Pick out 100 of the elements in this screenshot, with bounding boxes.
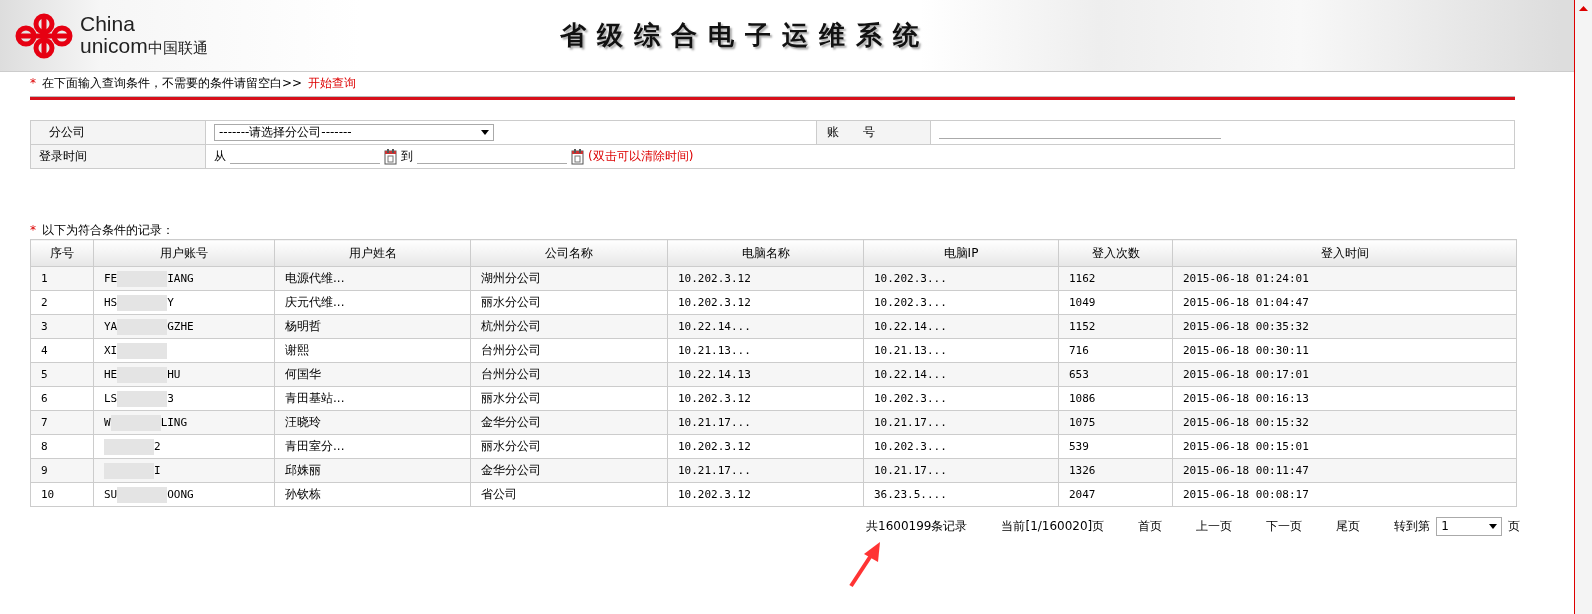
table-cell: 庆元代维... xyxy=(274,290,471,315)
branch-dropdown[interactable]: -------请选择分公司------- xyxy=(214,124,494,141)
required-mark: * xyxy=(30,76,36,90)
table-cell: 台州分公司 xyxy=(470,338,668,363)
field-label: 从 xyxy=(214,148,226,165)
account-text: XI xyxy=(104,343,118,357)
table-cell: 杭州分公司 xyxy=(470,314,668,339)
dropdown-caret-icon[interactable] xyxy=(481,130,489,135)
table-cell: 1162 xyxy=(1058,266,1173,291)
table-cell: 1 xyxy=(30,266,94,291)
table-cell: 10.202.3... xyxy=(863,386,1059,411)
dropdown-value: 1 xyxy=(1441,519,1449,533)
table-cell: 台州分公司 xyxy=(470,362,668,387)
table-cell: 省公司 xyxy=(470,482,668,507)
table-cell: 邱姝丽 xyxy=(274,458,471,483)
account-text: HU xyxy=(167,367,181,381)
account-text: HS xyxy=(104,295,118,309)
account-text: 3 xyxy=(167,391,174,405)
table-cell: 8 xyxy=(30,434,94,459)
page-dropdown[interactable]: 1 xyxy=(1436,516,1503,536)
table-cell: 金华分公司 xyxy=(470,458,668,483)
table-cell: 2 xyxy=(30,290,94,315)
table-cell: 3 xyxy=(30,314,94,339)
start-query-link[interactable]: 开始查询 xyxy=(308,74,357,92)
table-cell: 丽水分公司 xyxy=(470,290,668,315)
table-cell: 653 xyxy=(1058,362,1173,387)
column-header: 登入时间 xyxy=(1172,239,1517,267)
table-cell: 10.202.3.12 xyxy=(667,290,864,315)
account-text: YA xyxy=(104,319,118,333)
table-cell: 2015-06-18 00:08:17 xyxy=(1172,482,1517,507)
table-cell: 电源代维... xyxy=(274,266,471,291)
last-page-link[interactable]: 尾页 xyxy=(1336,517,1361,535)
table-cell: 10.22.14... xyxy=(667,314,864,339)
table-cell: 1326 xyxy=(1058,458,1173,483)
table-cell: 10.21.13... xyxy=(667,338,864,363)
table-cell: 539 xyxy=(1058,434,1173,459)
table-cell: 孙钦栋 xyxy=(274,482,471,507)
table-cell: 36.23.5.... xyxy=(863,482,1059,507)
table-cell: 2015-06-18 00:35:32 xyxy=(1172,314,1517,339)
records-label: 以下为符合条件的记录： xyxy=(42,221,174,239)
table-cell: 丽水分公司 xyxy=(470,434,668,459)
table-cell: 1075 xyxy=(1058,410,1173,435)
dropdown-value: -------请选择分公司------- xyxy=(219,124,352,141)
table-cell: 10.202.3.12 xyxy=(667,482,864,507)
table-cell: 2015-06-18 00:30:11 xyxy=(1172,338,1517,363)
column-header: 电脑IP xyxy=(863,239,1059,267)
table-cell: 10.202.3.12 xyxy=(667,386,864,411)
field-label: 到 xyxy=(401,148,413,165)
table-cell: 4 xyxy=(30,338,94,363)
table-cell: 9 xyxy=(30,458,94,483)
redaction-blur xyxy=(117,342,168,359)
table-cell: 10.21.17... xyxy=(667,410,864,435)
table-cell: 何国华 xyxy=(274,362,471,387)
dropdown-caret-icon[interactable] xyxy=(1489,523,1498,529)
account-text: HE xyxy=(104,367,118,381)
table-cell: 6 xyxy=(30,386,94,411)
column-header: 序号 xyxy=(30,239,94,267)
redaction-blur xyxy=(104,438,154,455)
table-cell: 1152 xyxy=(1058,314,1173,339)
column-header: 用户账号 xyxy=(93,239,275,267)
table-cell: 7 xyxy=(30,410,94,435)
table-cell: 2047 xyxy=(1058,482,1173,507)
table-cell: 10.22.14.13 xyxy=(667,362,864,387)
table-cell: 10.202.3... xyxy=(863,266,1059,291)
table-cell: 10.21.17... xyxy=(667,458,864,483)
account-text: 2 xyxy=(154,439,161,453)
table-cell: 1086 xyxy=(1058,386,1173,411)
app-title: 省级综合电子运维系统 xyxy=(560,19,930,52)
table-cell: 青田室分... xyxy=(274,434,471,459)
prev-page-link[interactable]: 上一页 xyxy=(1196,517,1233,535)
table-cell: 716 xyxy=(1058,338,1173,363)
logo-text: 中国联通 xyxy=(147,37,208,58)
table-cell: 湖州分公司 xyxy=(470,266,668,291)
field-label: 账 号 xyxy=(827,125,875,139)
table-cell: 2015-06-18 01:04:47 xyxy=(1172,290,1517,315)
table-cell: 5 xyxy=(30,362,94,387)
calendar-icon[interactable] xyxy=(384,148,397,165)
table-cell: 2015-06-18 00:11:47 xyxy=(1172,458,1517,483)
table-cell: 杨明哲 xyxy=(274,314,471,339)
table-cell: 10.202.3... xyxy=(863,290,1059,315)
account-text: W xyxy=(104,415,111,429)
calendar-icon[interactable] xyxy=(571,148,584,165)
table-cell: 2015-06-18 00:16:13 xyxy=(1172,386,1517,411)
account-text: IANG xyxy=(167,271,194,285)
first-page-link[interactable]: 首页 xyxy=(1138,517,1163,535)
scrollbar[interactable] xyxy=(1574,0,1592,614)
page-suffix: 页 xyxy=(1508,517,1521,535)
page-indicator: 当前[1/160020]页 xyxy=(1001,517,1105,535)
table-cell: 10.21.17... xyxy=(863,410,1059,435)
table-cell: 10.21.17... xyxy=(863,458,1059,483)
table-cell: 10.21.13... xyxy=(863,338,1059,363)
required-mark: * xyxy=(30,223,36,237)
table-cell: 2015-06-18 00:15:32 xyxy=(1172,410,1517,435)
account-text: LS xyxy=(104,391,118,405)
table-cell: 10.202.3.12 xyxy=(667,266,864,291)
table-cell: 青田基站... xyxy=(274,386,471,411)
record-count: 共1600199条记录 xyxy=(866,517,968,535)
table-cell: 10.202.3... xyxy=(863,434,1059,459)
table-cell: 1049 xyxy=(1058,290,1173,315)
next-page-link[interactable]: 下一页 xyxy=(1266,517,1303,535)
